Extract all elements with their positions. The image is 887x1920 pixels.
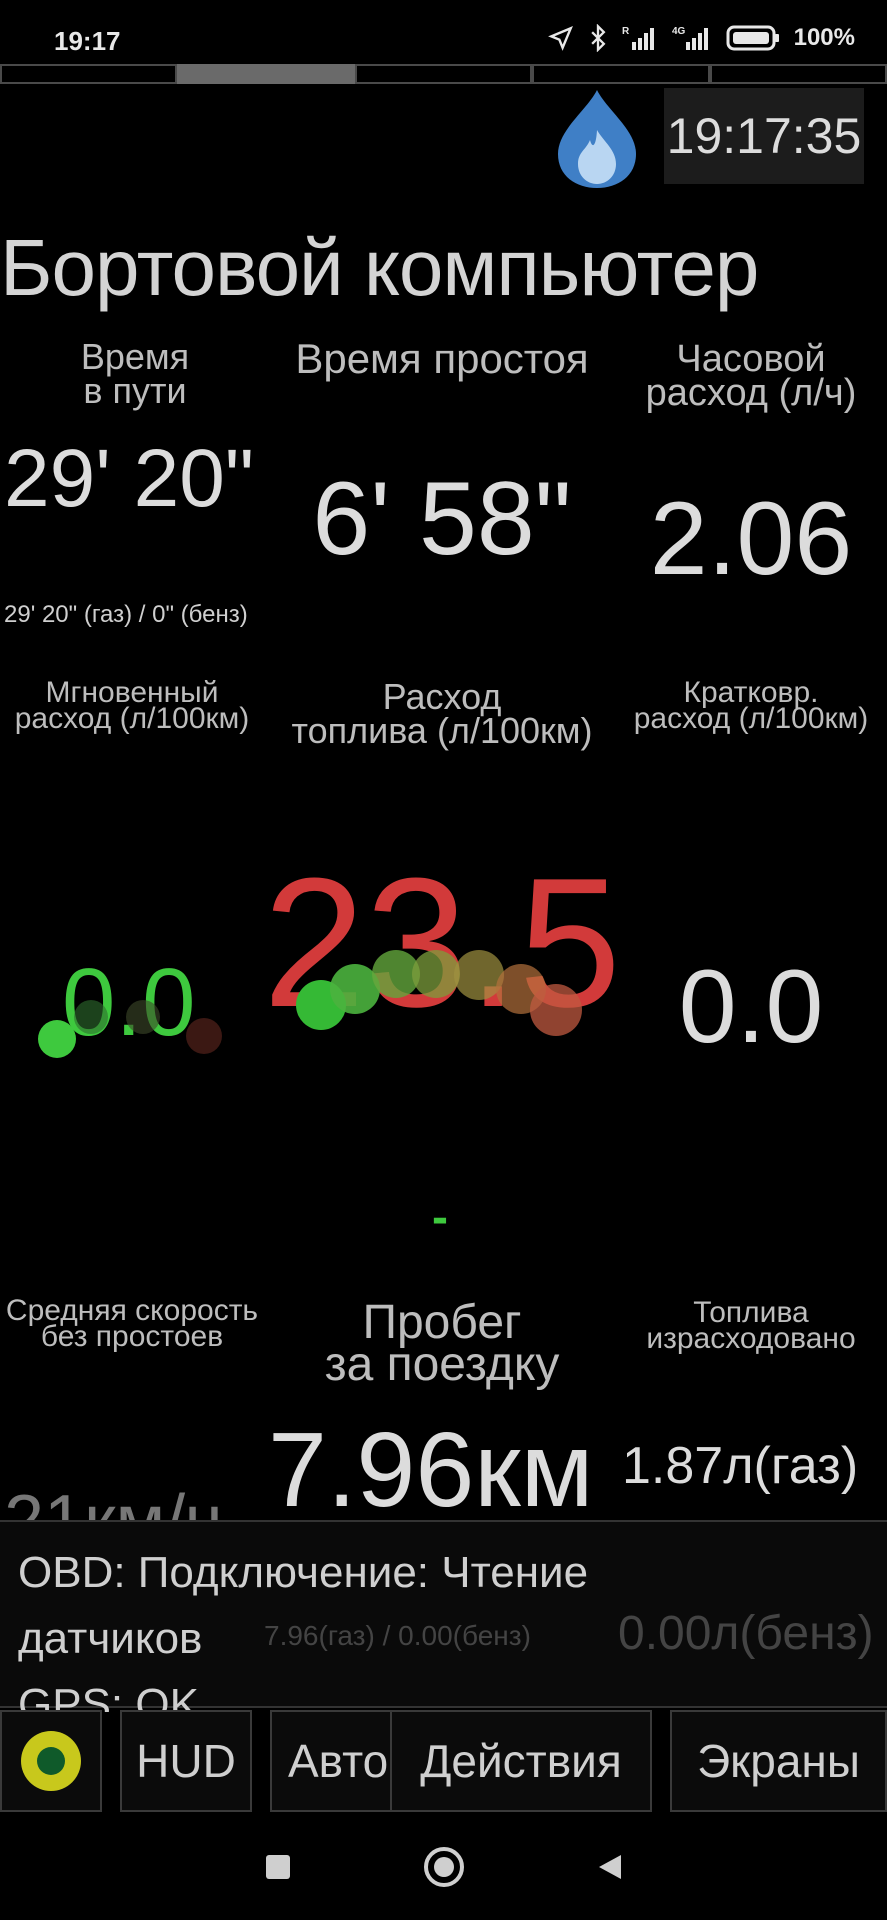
screen-tab[interactable] [709, 64, 887, 84]
hourly-consumption-label: Часовой расход (л/ч) [645, 338, 857, 414]
obd-status-text: OBD: Подключение: Чтение датчиков GPS: O… [18, 1548, 589, 1712]
back-icon[interactable] [595, 1852, 625, 1882]
gas-flame-icon [558, 90, 636, 188]
button-bar: HUD Авто Действия Экраны [0, 1710, 887, 1814]
idle-time-label: Время простоя [295, 335, 589, 382]
instant-consumption-label: Мгновенный расход (л/100км) [14, 676, 250, 735]
auto-button[interactable]: Авто [270, 1710, 402, 1812]
short-consumption-label: Кратковр. расход (л/100км) [633, 676, 869, 735]
status-icons: R 4G 100% [547, 24, 855, 52]
fuel-used-gas-value: 1.87л(газ) [622, 1437, 859, 1495]
status-time: 19:17 [54, 26, 121, 56]
hud-button[interactable]: HUD [120, 1710, 252, 1812]
hourly-consumption-value: 2.06 [649, 481, 853, 597]
screen-tab[interactable] [354, 64, 533, 84]
signal-4g-icon: 4G [672, 26, 708, 50]
current-clock: 19:17:35 [664, 88, 864, 184]
screens-button[interactable]: Экраны [670, 1710, 887, 1812]
trip-distance-value: 7.96км [268, 1411, 594, 1529]
idle-time-value: 6' 58" [312, 461, 572, 577]
status-indicator-button[interactable] [0, 1710, 102, 1812]
actions-button[interactable]: Действия [390, 1710, 652, 1812]
travel-time-breakdown: 29' 20" (газ) / 0" (бенз) [4, 601, 248, 628]
status-dash: - [432, 1191, 448, 1244]
consumption-dot [74, 1000, 108, 1034]
system-nav-bar [0, 1814, 887, 1920]
location-icon [547, 26, 573, 51]
recent-apps-icon[interactable] [263, 1852, 293, 1882]
consumption-dot [530, 984, 582, 1036]
consumption-dot [126, 1000, 160, 1034]
signal-r-icon: R [622, 26, 654, 50]
battery-level: 100% [793, 24, 855, 51]
svg-text:R: R [622, 26, 630, 37]
screen-tab[interactable] [532, 64, 710, 84]
travel-time-value: 29' 20" [4, 433, 254, 524]
svg-text:4G: 4G [672, 26, 686, 37]
avg-speed-label: Средняя скорость без простоев [5, 1294, 259, 1353]
screen-tab-active[interactable] [177, 64, 355, 84]
travel-time-label: Время в пути [80, 336, 190, 411]
consumption-dot [412, 950, 460, 998]
screen-tab[interactable] [0, 64, 178, 84]
bluetooth-icon [590, 24, 606, 52]
fuel-consumption-label: Расход топлива (л/100км) [291, 676, 593, 751]
trip-distance-label: Пробег за поездку [324, 1296, 560, 1391]
screen-tabs[interactable] [0, 64, 887, 84]
status-indicator-icon [21, 1731, 81, 1791]
consumption-dot [38, 1020, 76, 1058]
home-icon[interactable] [423, 1846, 465, 1888]
short-consumption-value: 0.0 [678, 949, 824, 1065]
fuel-used-label: Топлива израсходовано [646, 1296, 856, 1355]
page-title: Бортовой компьютер [0, 223, 759, 312]
consumption-dot [186, 1018, 222, 1054]
battery-icon [726, 25, 779, 51]
